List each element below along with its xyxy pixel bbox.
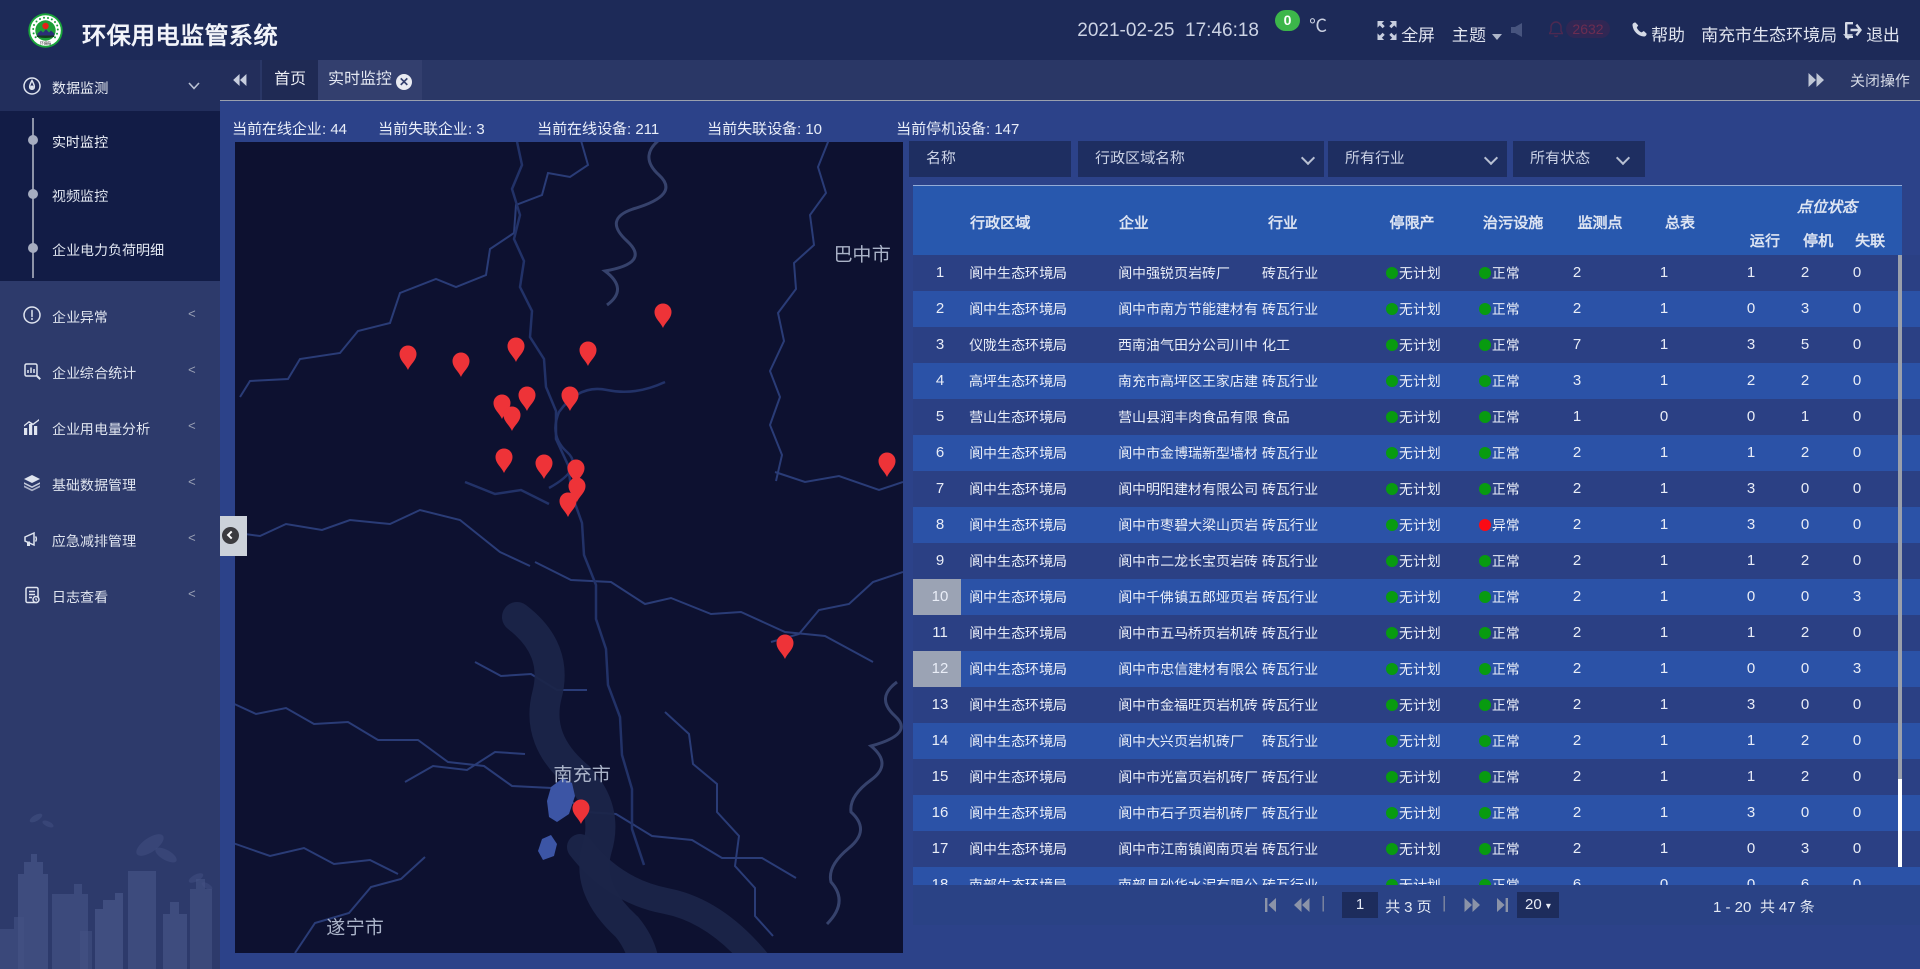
svg-text:环保局: 环保局 xyxy=(39,40,51,45)
svg-text:南充市: 南充市 xyxy=(553,764,610,786)
svg-text:遂宁市: 遂宁市 xyxy=(326,917,383,939)
svg-text:巴中市: 巴中市 xyxy=(833,244,890,266)
